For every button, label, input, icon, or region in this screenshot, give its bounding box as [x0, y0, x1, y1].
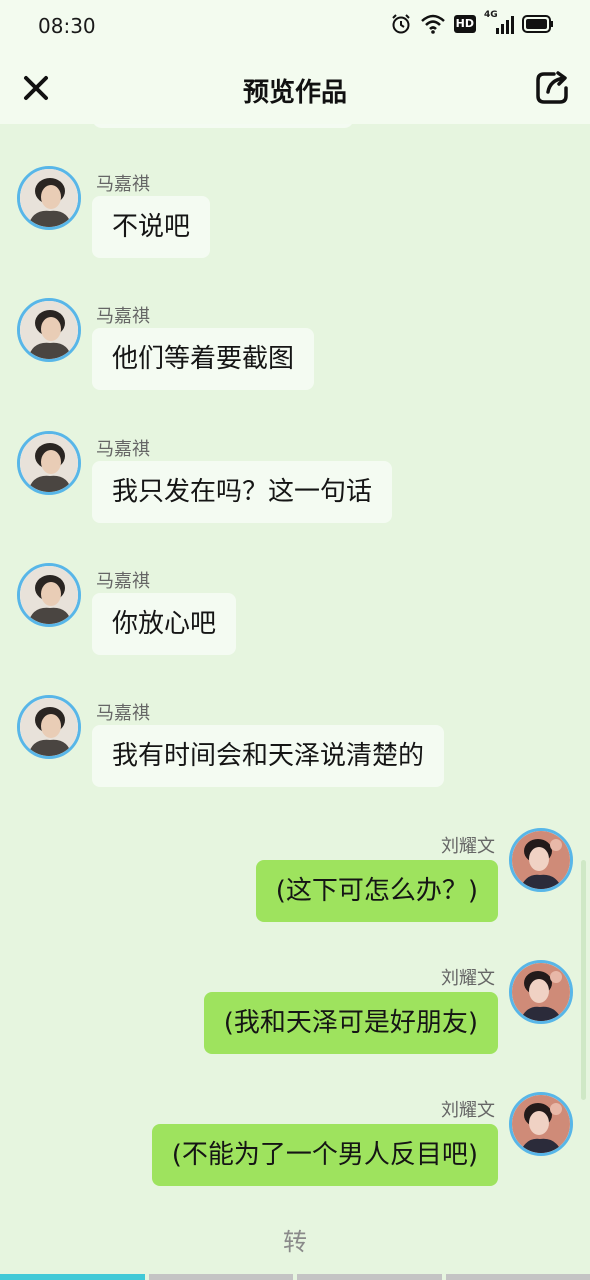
sender-name: 马嘉祺 [96, 571, 150, 592]
progress-bar [0, 1274, 590, 1280]
avatar[interactable] [17, 695, 81, 759]
progress-segment [445, 1274, 590, 1280]
chat-message: 马嘉祺 他们等着要截图 [0, 298, 590, 418]
chat-message: 马嘉祺 我只发在吗？这一句话 [0, 431, 590, 551]
status-bar: 08:30 HD 4G [0, 0, 590, 52]
hd-badge: HD [453, 15, 476, 33]
forward-label[interactable]: 转 [0, 1222, 590, 1257]
message-bubble[interactable]: (这下可怎么办？) [255, 860, 498, 922]
message-bubble[interactable]: 他们等着要截图 [92, 328, 315, 390]
alarm-icon [391, 14, 410, 34]
chat-message: 刘耀文 (我和天泽可是好朋友) [0, 960, 590, 1080]
sender-name: 马嘉祺 [96, 174, 150, 195]
sender-name: 刘耀文 [441, 968, 495, 989]
page-title: 预览作品 [242, 78, 347, 108]
message-bubble[interactable]: 不说吧 [92, 196, 211, 258]
progress-segment [0, 1274, 145, 1280]
sender-name: 刘耀文 [441, 836, 495, 857]
status-icons: HD 4G [390, 10, 554, 35]
sender-name: 马嘉祺 [96, 439, 150, 460]
message-bubble[interactable]: 我有时间会和天泽说清楚的 [92, 725, 445, 787]
message-bubble[interactable]: 我只发在吗？这一句话 [92, 461, 393, 523]
avatar[interactable] [17, 563, 81, 627]
partial-message-bubble [92, 124, 354, 128]
sender-name: 马嘉祺 [96, 306, 150, 327]
message-bubble[interactable]: (不能为了一个男人反目吧) [151, 1124, 498, 1186]
signal-icon: 4G [484, 10, 514, 34]
chat-area[interactable]: 马嘉祺 不说吧 马嘉祺 他们等着要截图 马嘉祺 我只发在吗？这一句话 马嘉祺 你放心吧 马嘉祺我… [0, 124, 590, 1214]
progress-segment [297, 1274, 442, 1280]
scrollbar[interactable] [581, 860, 586, 1100]
sender-name: 马嘉祺 [96, 703, 150, 724]
message-bubble[interactable]: 你放心吧 [92, 593, 237, 655]
sender-name: 刘耀文 [441, 1100, 495, 1121]
battery-icon [522, 15, 553, 33]
status-time: 08:30 [38, 14, 96, 38]
avatar[interactable] [17, 298, 81, 362]
share-icon [536, 71, 568, 104]
chat-message: 马嘉祺 不说吧 [0, 166, 590, 286]
avatar[interactable] [17, 431, 81, 495]
progress-segment [148, 1274, 293, 1280]
message-bubble[interactable]: (我和天泽可是好朋友) [203, 992, 498, 1054]
chat-message: 刘耀文 (不能为了一个男人反目吧) [0, 1092, 590, 1212]
share-button[interactable] [532, 68, 572, 108]
wifi-icon [420, 14, 445, 34]
chat-message: 马嘉祺 我有时间会和天泽说清楚的 [0, 695, 590, 815]
chat-message: 马嘉祺 你放心吧 [0, 563, 590, 683]
header: 预览作品 [0, 52, 590, 124]
avatar[interactable] [17, 166, 81, 230]
avatar[interactable] [509, 1092, 573, 1156]
avatar[interactable] [509, 960, 573, 1024]
avatar[interactable] [509, 828, 573, 892]
chat-message: 刘耀文 (这下可怎么办？) [0, 828, 590, 948]
network-type: 4G [484, 10, 498, 20]
